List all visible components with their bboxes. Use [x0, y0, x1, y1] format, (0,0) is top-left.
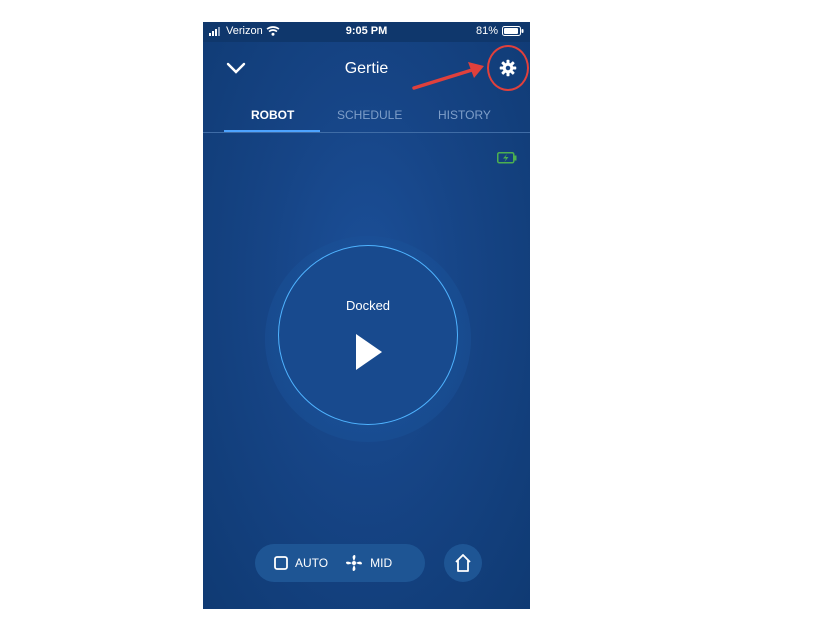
- tab-schedule[interactable]: SCHEDULE: [337, 108, 402, 122]
- power-option[interactable]: MID: [344, 553, 392, 573]
- annotation-arrow-icon: [412, 62, 484, 90]
- phone-screen: Verizon 9:05 PM 81% Gertie ROBOT SCHEDUL…: [203, 22, 530, 609]
- power-label: MID: [370, 556, 393, 570]
- status-bar: Verizon 9:05 PM 81%: [203, 22, 530, 42]
- tab-bar: ROBOT SCHEDULE HISTORY: [203, 102, 530, 133]
- start-cleaning-button[interactable]: Docked: [278, 245, 458, 425]
- home-icon: [455, 554, 471, 572]
- mode-option[interactable]: AUTO: [273, 555, 328, 571]
- auto-mode-icon: [274, 556, 288, 570]
- play-icon: [356, 334, 382, 370]
- battery-icon: [502, 26, 524, 36]
- active-tab-indicator: [224, 130, 320, 132]
- tab-history[interactable]: HISTORY: [438, 108, 491, 122]
- cleaning-options: AUTO MID: [255, 544, 425, 582]
- fan-icon: [346, 555, 363, 571]
- battery-status: 81%: [476, 25, 524, 37]
- battery-percent: 81%: [475, 25, 498, 37]
- robot-status: Docked: [345, 298, 391, 313]
- return-home-button[interactable]: [444, 544, 482, 582]
- mode-label: AUTO: [295, 556, 329, 570]
- tab-robot[interactable]: ROBOT: [251, 108, 294, 122]
- charging-battery-icon: [497, 152, 517, 164]
- highlight-circle: [487, 45, 529, 91]
